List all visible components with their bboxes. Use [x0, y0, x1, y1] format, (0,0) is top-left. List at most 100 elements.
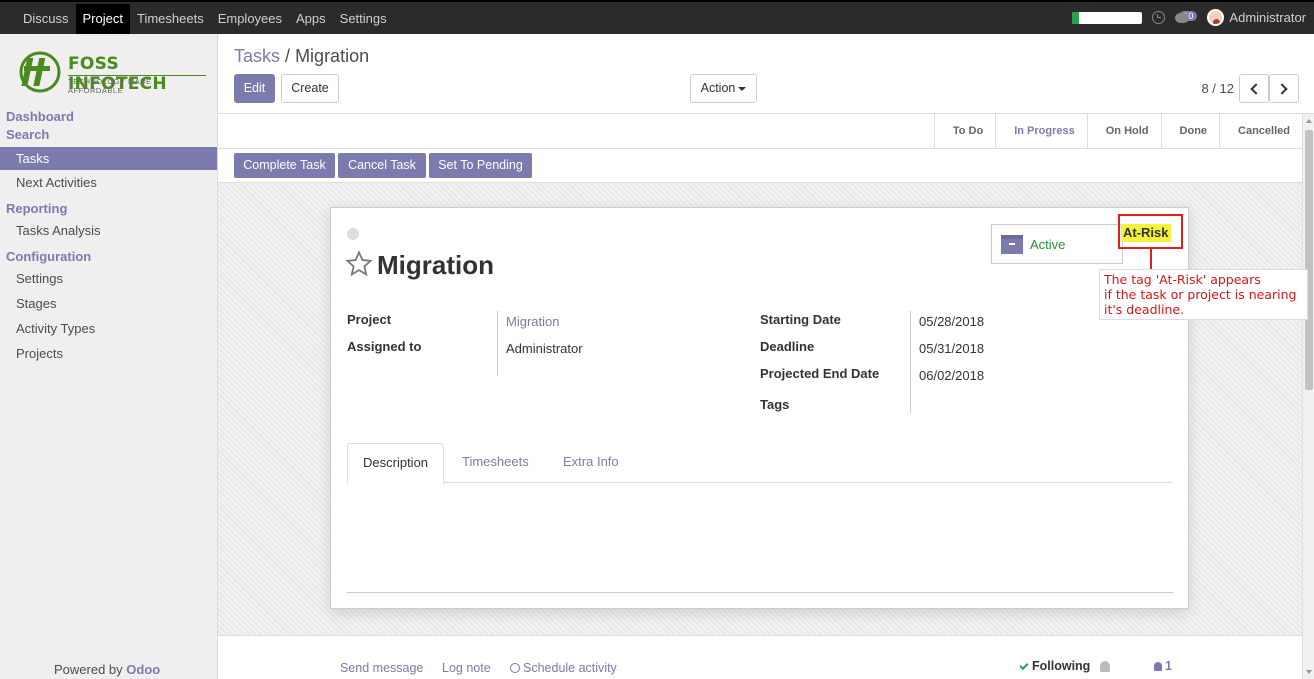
sidebar-item-tasks[interactable]: Tasks [0, 147, 217, 170]
followers-button[interactable]: 1 [1154, 659, 1172, 673]
sidebar-item-settings[interactable]: Settings [0, 266, 217, 291]
chatter: Send message Log note Schedule activity … [218, 635, 1302, 679]
menu-employees[interactable]: Employees [211, 4, 289, 34]
sidebar-item-activity-types[interactable]: Activity Types [0, 316, 217, 341]
menu-project[interactable]: Project [75, 4, 130, 34]
status-divider [218, 148, 1302, 149]
stage-done[interactable]: Done [1160, 114, 1220, 148]
action-label: Action [700, 81, 736, 95]
logo-tagline: TECHNOLOGY MADE AFFORDABLE [68, 75, 206, 95]
form-statusbar: To Do In Progress On Hold Done Cancelled… [218, 114, 1302, 183]
sidebar-section-dashboard[interactable]: Dashboard [0, 108, 217, 126]
pager-previous-button[interactable] [1239, 74, 1269, 103]
caret-down-icon [738, 86, 747, 91]
tab-extra-info[interactable]: Extra Info [548, 443, 634, 483]
messaging-menu[interactable]: 10 [1175, 10, 1198, 23]
followers-count: 1 [1165, 659, 1172, 673]
menu-timesheets[interactable]: Timesheets [130, 4, 211, 34]
sidebar-section-configuration[interactable]: Configuration [0, 248, 217, 266]
starting-date-label: Starting Date [760, 312, 841, 327]
complete-task-button[interactable]: Complete Task [234, 153, 335, 178]
person-icon [1154, 662, 1162, 671]
progress-fill [1072, 11, 1080, 24]
tab-description[interactable]: Description [347, 443, 445, 484]
annotation-line-1: The tag 'At-Risk' appears [1104, 272, 1261, 287]
projected-end-date-field[interactable]: 06/02/2018 [919, 368, 984, 383]
stage-in-progress[interactable]: In Progress [995, 114, 1087, 148]
schedule-activity-link[interactable]: Schedule activity [510, 661, 617, 675]
sidebar-item-tasks-analysis[interactable]: Tasks Analysis [0, 218, 217, 243]
archive-icon [1001, 235, 1023, 254]
kanban-state-dot[interactable] [347, 228, 359, 240]
sidebar-menu: Dashboard Search Tasks Next Activities R… [0, 108, 217, 366]
active-toggle-button[interactable]: Active [991, 224, 1123, 264]
sidebar-item-stages[interactable]: Stages [0, 291, 217, 316]
cancel-task-button[interactable]: Cancel Task [338, 153, 426, 178]
sidebar-section-search[interactable]: Search [0, 126, 217, 144]
progress-bar[interactable] [1072, 11, 1143, 24]
odoo-link[interactable]: Odoo [126, 662, 160, 677]
powered-by: Powered by Odoo [54, 662, 160, 677]
tags-label: Tags [760, 397, 790, 412]
clock-icon [510, 663, 520, 673]
pager-value[interactable]: 8 / 12 [1201, 81, 1234, 96]
deadline-field[interactable]: 05/31/2018 [919, 341, 984, 356]
company-logo[interactable]: FOSS INFOTECH TECHNOLOGY MADE AFFORDABLE [16, 46, 206, 96]
form-sheet: Migration Active Project Migration Assig… [330, 207, 1189, 609]
starting-date-field[interactable]: 05/28/2018 [919, 314, 984, 329]
annotation-note: The tag 'At-Risk' appears if the task or… [1099, 269, 1308, 320]
stage-to-do[interactable]: To Do [933, 114, 995, 148]
sidebar-item-projects[interactable]: Projects [0, 341, 217, 366]
sidebar-section-reporting[interactable]: Reporting [0, 200, 217, 218]
powered-by-label: Powered by [54, 662, 123, 677]
annotation-line-2: if the task or project is nearing [1104, 287, 1297, 302]
action-dropdown[interactable]: Action [690, 74, 757, 103]
active-label: Active [1030, 237, 1066, 252]
sidebar-item-next-activities[interactable]: Next Activities [0, 170, 217, 195]
tab-timesheets[interactable]: Timesheets [447, 443, 544, 483]
pager-next-button[interactable] [1269, 74, 1299, 103]
following-button[interactable]: Following [1019, 659, 1091, 673]
avatar [1207, 9, 1225, 26]
at-risk-tag: At-Risk [1121, 224, 1171, 242]
log-note-link[interactable]: Log note [442, 661, 491, 675]
deadline-label: Deadline [760, 339, 815, 354]
systray: 10 Administrator [1072, 9, 1306, 26]
user-menu[interactable]: Administrator [1207, 9, 1306, 26]
scroll-down-icon[interactable] [1306, 670, 1312, 674]
stage-on-hold[interactable]: On Hold [1086, 114, 1161, 148]
breadcrumb-current: Migration [295, 46, 370, 66]
star-icon[interactable] [345, 250, 373, 278]
user-name: Administrator [1229, 10, 1306, 25]
menu-apps[interactable]: Apps [289, 4, 333, 34]
scroll-thumb[interactable] [1305, 130, 1313, 390]
menu-settings[interactable]: Settings [333, 4, 394, 34]
following-label: Following [1032, 659, 1091, 673]
scroll-up-icon[interactable] [1306, 119, 1312, 123]
set-to-pending-button[interactable]: Set To Pending [429, 153, 532, 178]
bell-icon[interactable] [1100, 661, 1110, 672]
scrollbar[interactable] [1302, 114, 1314, 679]
project-label: Project [347, 312, 392, 327]
main-menu: Discuss Project Timesheets Employees App… [16, 4, 394, 34]
check-icon [1019, 660, 1029, 671]
task-title[interactable]: Migration [377, 250, 494, 281]
control-panel: Tasks / Migration Edit Create Action 8 /… [218, 34, 1314, 114]
stage-cancelled[interactable]: Cancelled [1219, 114, 1302, 148]
projected-end-date-label: Projected End Date [760, 366, 880, 381]
description-bottom-border [347, 592, 1173, 593]
chat-icon [1175, 12, 1190, 23]
breadcrumb-separator: / [285, 46, 291, 66]
send-message-link[interactable]: Send message [340, 661, 423, 675]
chevron-right-icon [1276, 83, 1288, 95]
assigned-to-field[interactable]: Administrator [506, 341, 583, 356]
create-button[interactable]: Create [281, 74, 339, 103]
menu-discuss[interactable]: Discuss [16, 4, 76, 34]
edit-button[interactable]: Edit [234, 74, 275, 103]
activity-clock-icon[interactable] [1152, 11, 1166, 24]
assigned-to-label: Assigned to [347, 339, 422, 354]
breadcrumb-tasks[interactable]: Tasks [234, 46, 280, 66]
project-field[interactable]: Migration [506, 314, 559, 329]
sidebar: FOSS INFOTECH TECHNOLOGY MADE AFFORDABLE… [0, 34, 218, 679]
field-separator [497, 311, 498, 376]
